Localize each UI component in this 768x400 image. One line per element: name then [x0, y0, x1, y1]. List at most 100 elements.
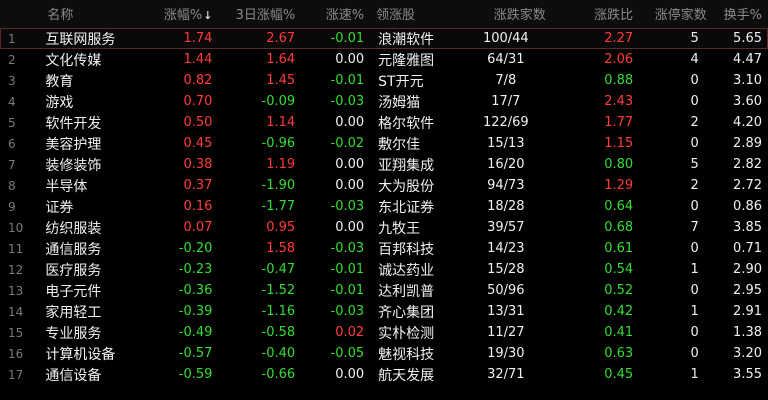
table-row[interactable]: 4 游戏 0.70 -0.09 -0.03 汤姆猫 17/7 2.43 0 3.60 [0, 91, 768, 112]
row-index: 2 [8, 52, 16, 67]
table-row[interactable]: 10 纺织服装 0.07 0.95 0.00 九牧王 39/57 0.68 7 3.85 [0, 217, 768, 238]
up-down-ratio: 0.41 [604, 325, 634, 340]
limit-up-count: 0 [690, 199, 699, 214]
leading-stock: 大为股份 [378, 178, 435, 195]
turnover: 3.20 [733, 346, 762, 361]
table-row[interactable]: 15 专业服务 -0.49 -0.58 0.02 实朴检测 11/27 0.41 0 1.38 [0, 322, 768, 343]
table-row[interactable]: 3 教育 0.82 1.45 -0.01 ST开元 7/8 0.88 0 3.10 [0, 70, 768, 91]
pct-change: 0.50 [183, 115, 213, 130]
leading-stock: 齐心集团 [378, 304, 435, 321]
limit-up-count: 0 [690, 346, 699, 361]
limit-up-count: 2 [690, 115, 699, 130]
speed: -0.01 [330, 73, 365, 88]
header-pct[interactable]: 涨幅%↓ [142, 0, 219, 29]
limit-up-count: 1 [690, 367, 699, 382]
limit-up-count: 0 [690, 73, 699, 88]
up-down-count: 19/30 [487, 346, 525, 361]
header-limit[interactable]: 涨停家数 [639, 0, 713, 29]
up-down-ratio: 0.64 [604, 199, 634, 214]
limit-up-count: 1 [690, 262, 699, 277]
turnover: 2.82 [733, 157, 762, 172]
up-down-count: 15/13 [487, 136, 525, 151]
sector-name: 软件开发 [45, 115, 102, 132]
header-updown[interactable]: 涨跌家数 [459, 0, 552, 29]
pct-change: -0.36 [178, 283, 213, 298]
table-row[interactable]: 2 文化传媒 1.44 1.64 0.00 元隆雅图 64/31 2.06 4 4.47 [0, 49, 768, 70]
table-header: 名称 涨幅%↓ 3日涨幅% 涨速% 领涨股 涨跌家数 涨跌比 涨停家数 换手% [0, 0, 768, 29]
table-row[interactable]: 5 软件开发 0.50 1.14 0.00 格尔软件 122/69 1.77 2 4.20 [0, 112, 768, 133]
speed: -0.02 [330, 136, 365, 151]
table-row[interactable]: 13 电子元件 -0.36 -1.52 -0.01 达利凯普 50/96 0.52 0 2.95 [0, 280, 768, 301]
header-pct3d[interactable]: 3日涨幅% [218, 0, 302, 29]
table-row[interactable]: 12 医疗服务 -0.23 -0.47 -0.01 诚达药业 15/28 0.54 1 2.90 [0, 259, 768, 280]
up-down-ratio: 1.29 [604, 178, 634, 193]
table-row[interactable]: 7 装修装饰 0.38 1.19 0.00 亚翔集成 16/20 0.80 5 2.82 [0, 154, 768, 175]
up-down-ratio: 1.77 [604, 115, 634, 130]
table-row[interactable]: 17 通信设备 -0.59 -0.66 0.00 航天发展 32/71 0.45 1 3.55 [0, 364, 768, 385]
up-down-ratio: 0.80 [604, 157, 634, 172]
pct-change: 0.37 [183, 178, 213, 193]
turnover: 4.47 [733, 52, 762, 67]
turnover: 0.71 [733, 241, 762, 256]
sector-name: 通信服务 [45, 241, 102, 258]
pct-3day: 1.45 [266, 73, 296, 88]
sector-name: 通信设备 [45, 367, 102, 384]
limit-up-count: 4 [690, 52, 699, 67]
pct-change: -0.39 [178, 304, 213, 319]
turnover: 4.20 [733, 115, 762, 130]
row-index: 17 [8, 367, 24, 382]
speed: 0.00 [335, 157, 365, 172]
header-pct-label: 涨幅% [163, 8, 203, 24]
header-ratio[interactable]: 涨跌比 [551, 0, 640, 29]
sector-table: 名称 涨幅%↓ 3日涨幅% 涨速% 领涨股 涨跌家数 涨跌比 涨停家数 换手% … [0, 0, 768, 385]
pct-change: 1.44 [183, 52, 213, 67]
limit-up-count: 0 [690, 325, 699, 340]
header-name[interactable]: 名称 [41, 0, 143, 29]
header-lead[interactable]: 领涨股 [370, 0, 460, 29]
pct-3day: 1.64 [266, 52, 296, 67]
header-speed[interactable]: 涨速% [301, 0, 371, 29]
turnover: 1.38 [733, 325, 762, 340]
pct-3day: -0.40 [261, 346, 296, 361]
pct-change: 0.70 [183, 94, 213, 109]
turnover: 3.85 [733, 220, 762, 235]
row-index: 10 [8, 220, 24, 235]
table-row[interactable]: 1 互联网服务 1.74 2.67 -0.01 浪潮软件 100/44 2.27 5 5.65 [0, 28, 768, 49]
sector-name: 游戏 [45, 94, 74, 111]
row-index: 14 [8, 304, 24, 319]
sector-name: 半导体 [45, 178, 88, 195]
up-down-ratio: 1.15 [604, 136, 634, 151]
sector-name: 装修装饰 [45, 157, 102, 174]
up-down-count: 16/20 [487, 157, 525, 172]
row-index: 6 [8, 136, 16, 151]
pct-change: -0.59 [178, 367, 213, 382]
speed: -0.05 [330, 346, 365, 361]
table-row[interactable]: 11 通信服务 -0.20 1.58 -0.03 百邦科技 14/23 0.61 0 0.71 [0, 238, 768, 259]
limit-up-count: 5 [690, 157, 699, 172]
row-index: 11 [8, 241, 24, 256]
up-down-ratio: 0.68 [604, 220, 634, 235]
table-row[interactable]: 6 美容护理 0.45 -0.96 -0.02 敷尔佳 15/13 1.15 0 2.89 [0, 133, 768, 154]
table-row[interactable]: 8 半导体 0.37 -1.90 0.00 大为股份 94/73 1.29 2 2.72 [0, 175, 768, 196]
leading-stock: 九牧王 [378, 220, 421, 237]
limit-up-count: 0 [690, 241, 699, 256]
table-row[interactable]: 16 计算机设备 -0.57 -0.40 -0.05 魅视科技 19/30 0.63 0 3.20 [0, 343, 768, 364]
table-row[interactable]: 9 证券 0.16 -1.77 -0.03 东北证券 18/28 0.64 0 0.86 [0, 196, 768, 217]
leading-stock: 实朴检测 [378, 325, 435, 342]
up-down-count: 18/28 [487, 199, 525, 214]
speed: 0.00 [335, 52, 365, 67]
speed: 0.00 [335, 115, 365, 130]
limit-up-count: 0 [690, 136, 699, 151]
header-turnover[interactable]: 换手% [712, 0, 768, 29]
header-index [0, 0, 42, 29]
up-down-ratio: 2.43 [604, 94, 634, 109]
pct-3day: -1.16 [261, 304, 296, 319]
pct-change: 0.38 [183, 157, 213, 172]
up-down-count: 64/31 [487, 52, 525, 67]
up-down-count: 94/73 [487, 178, 525, 193]
limit-up-count: 2 [690, 178, 699, 193]
leading-stock: 东北证券 [378, 199, 435, 216]
row-index: 3 [8, 73, 16, 88]
limit-up-count: 5 [690, 31, 699, 47]
table-row[interactable]: 14 家用轻工 -0.39 -1.16 -0.03 齐心集团 13/31 0.42 1 2.91 [0, 301, 768, 322]
